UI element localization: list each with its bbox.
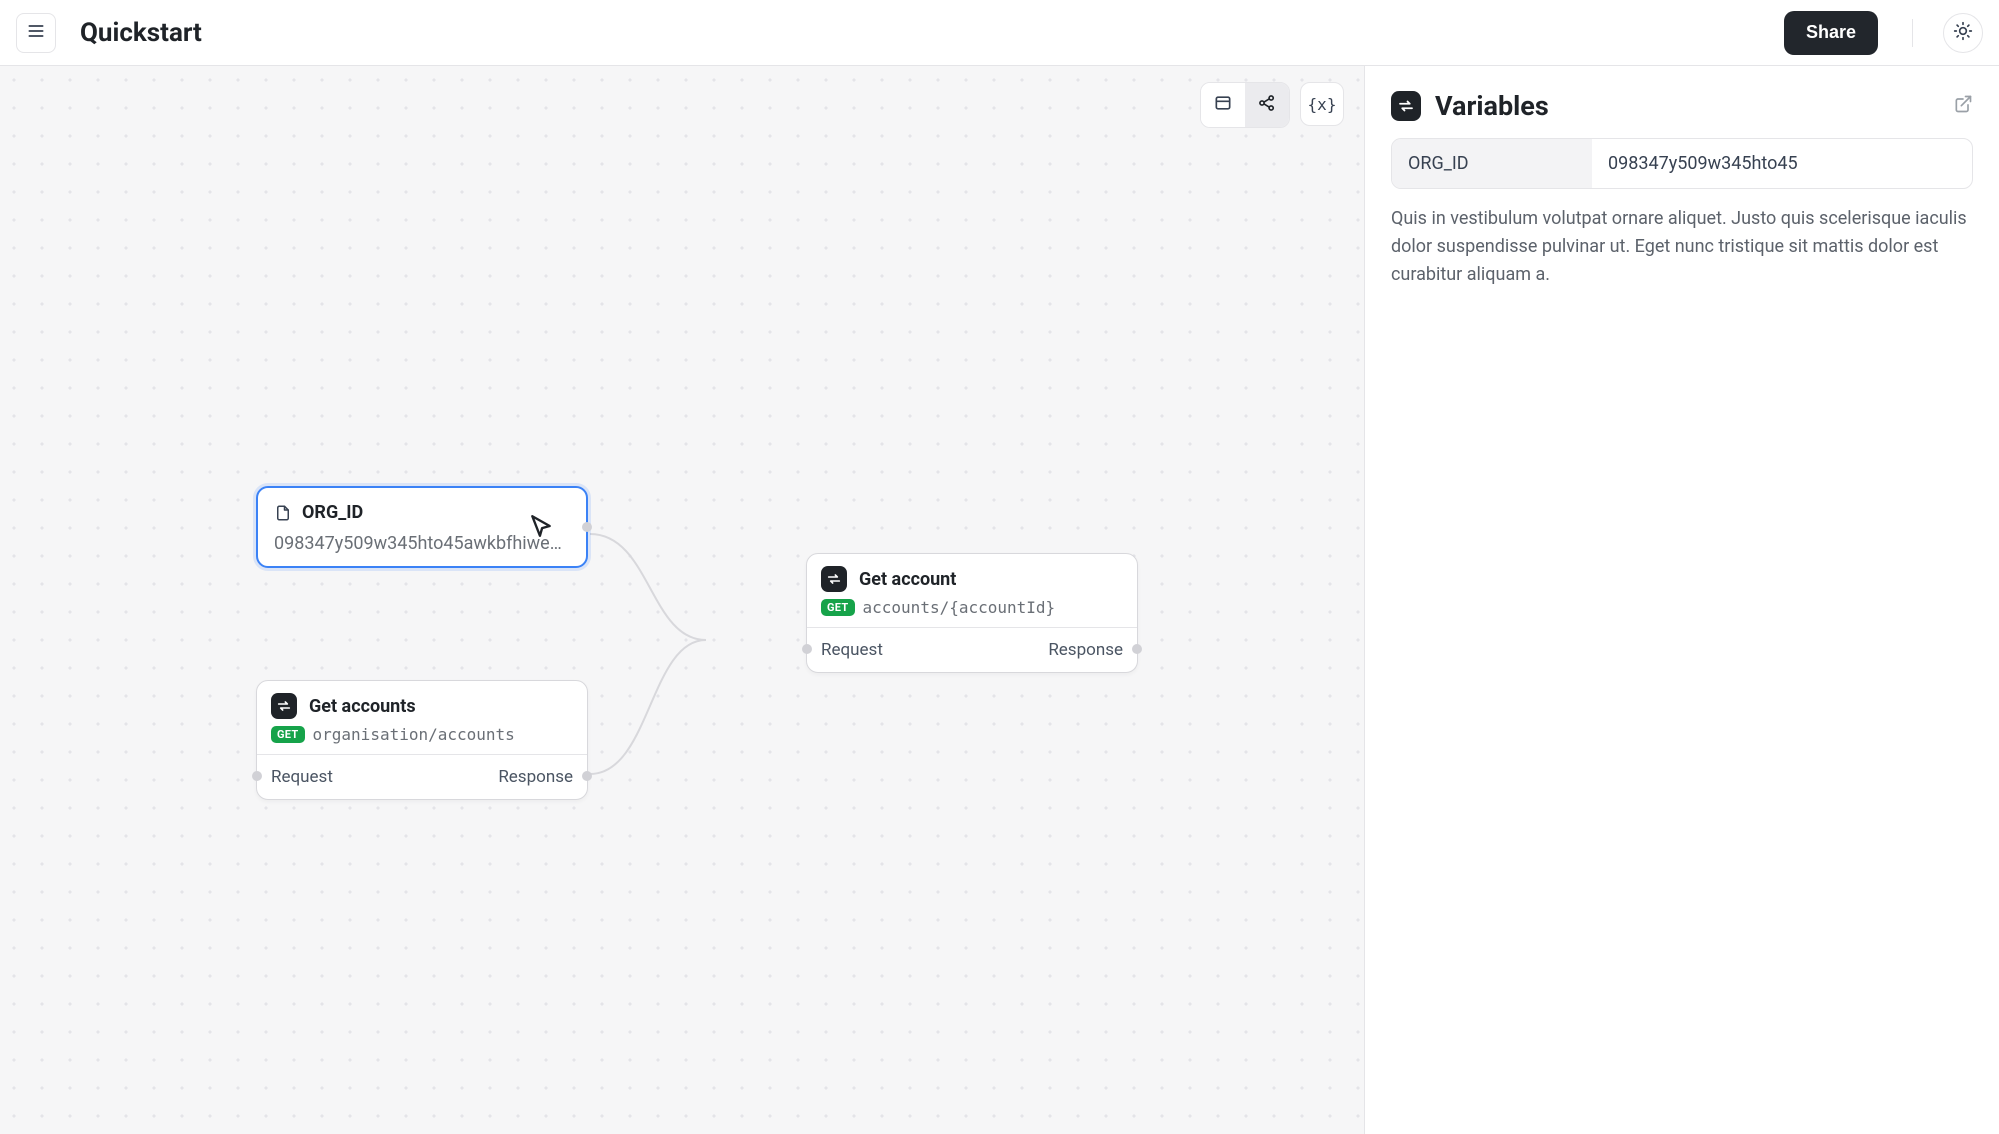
node-port-out[interactable] xyxy=(1132,644,1142,654)
node-response-label[interactable]: Response xyxy=(1048,640,1123,660)
share-nodes-icon xyxy=(1257,93,1277,117)
file-icon xyxy=(274,504,292,522)
external-link-icon xyxy=(1953,94,1973,118)
node-title: Get accounts xyxy=(309,696,416,717)
node-variable-name: ORG_ID xyxy=(302,502,363,523)
node-api-get-accounts[interactable]: Get accounts GET organisation/accounts R… xyxy=(256,680,588,800)
node-port-out[interactable] xyxy=(582,771,592,781)
page-title: Quickstart xyxy=(80,18,202,48)
menu-button[interactable] xyxy=(16,13,56,53)
node-title: Get account xyxy=(859,569,956,590)
swap-icon xyxy=(821,566,847,592)
node-subtitle: GET organisation/accounts xyxy=(271,725,573,744)
node-title-row: Get account xyxy=(821,566,1123,592)
theme-toggle-button[interactable] xyxy=(1943,13,1983,53)
header-divider xyxy=(1912,19,1913,47)
node-response-label[interactable]: Response xyxy=(498,767,573,787)
external-link-button[interactable] xyxy=(1953,94,1973,118)
variable-description: Quis in vestibulum volutpat ornare aliqu… xyxy=(1391,205,1973,289)
app-body: {x} ORG_ID 098347y509w345hto45awkbfhiweh… xyxy=(0,66,1999,1134)
node-footer: Request Response xyxy=(257,754,587,799)
node-request-label[interactable]: Request xyxy=(821,640,883,660)
panel-icon xyxy=(1213,93,1233,117)
node-variable-header: ORG_ID xyxy=(274,502,570,523)
node-port-in[interactable] xyxy=(802,644,812,654)
node-port-out[interactable] xyxy=(582,522,592,532)
app-root: Quickstart Share xyxy=(0,0,1999,1134)
variable-value: 098347y509w345hto45 xyxy=(1592,139,1972,188)
node-header: Get account GET accounts/{accountId} xyxy=(807,554,1137,627)
side-panel-variables: Variables ORG_ID 098347y509w345hto45 Qui… xyxy=(1364,66,1999,1134)
canvas-view-toggle xyxy=(1200,82,1290,128)
node-footer: Request Response xyxy=(807,627,1137,672)
side-panel-title: Variables xyxy=(1435,90,1939,122)
http-method-badge: GET xyxy=(821,599,855,616)
canvas-view-list-button[interactable] xyxy=(1201,83,1245,127)
node-variable-org-id[interactable]: ORG_ID 098347y509w345hto45awkbfhiweh… xyxy=(256,486,588,568)
variable-icon: {x} xyxy=(1308,95,1337,114)
canvas-toolbar: {x} xyxy=(1200,82,1344,128)
canvas-connections xyxy=(0,66,1364,1134)
node-title-row: Get accounts xyxy=(271,693,573,719)
http-method-badge: GET xyxy=(271,726,305,743)
app-header: Quickstart Share xyxy=(0,0,1999,66)
node-header: Get accounts GET organisation/accounts xyxy=(257,681,587,754)
share-button[interactable]: Share xyxy=(1784,11,1878,55)
canvas-variables-button[interactable]: {x} xyxy=(1300,82,1344,126)
workflow-canvas[interactable]: {x} ORG_ID 098347y509w345hto45awkbfhiweh… xyxy=(0,66,1364,1134)
swap-icon xyxy=(1391,91,1421,121)
node-variable-value: 098347y509w345hto45awkbfhiweh… xyxy=(274,533,570,554)
variable-row[interactable]: ORG_ID 098347y509w345hto45 xyxy=(1391,138,1973,189)
node-subtitle: GET accounts/{accountId} xyxy=(821,598,1123,617)
node-path: accounts/{accountId} xyxy=(863,598,1056,617)
swap-icon xyxy=(271,693,297,719)
menu-icon xyxy=(26,21,46,44)
node-port-in[interactable] xyxy=(252,771,262,781)
node-path: organisation/accounts xyxy=(313,725,515,744)
variable-key: ORG_ID xyxy=(1392,139,1592,188)
node-api-get-account[interactable]: Get account GET accounts/{accountId} Req… xyxy=(806,553,1138,673)
node-request-label[interactable]: Request xyxy=(271,767,333,787)
sun-icon xyxy=(1953,21,1973,44)
canvas-view-graph-button[interactable] xyxy=(1245,83,1289,127)
side-panel-header: Variables xyxy=(1391,90,1973,122)
